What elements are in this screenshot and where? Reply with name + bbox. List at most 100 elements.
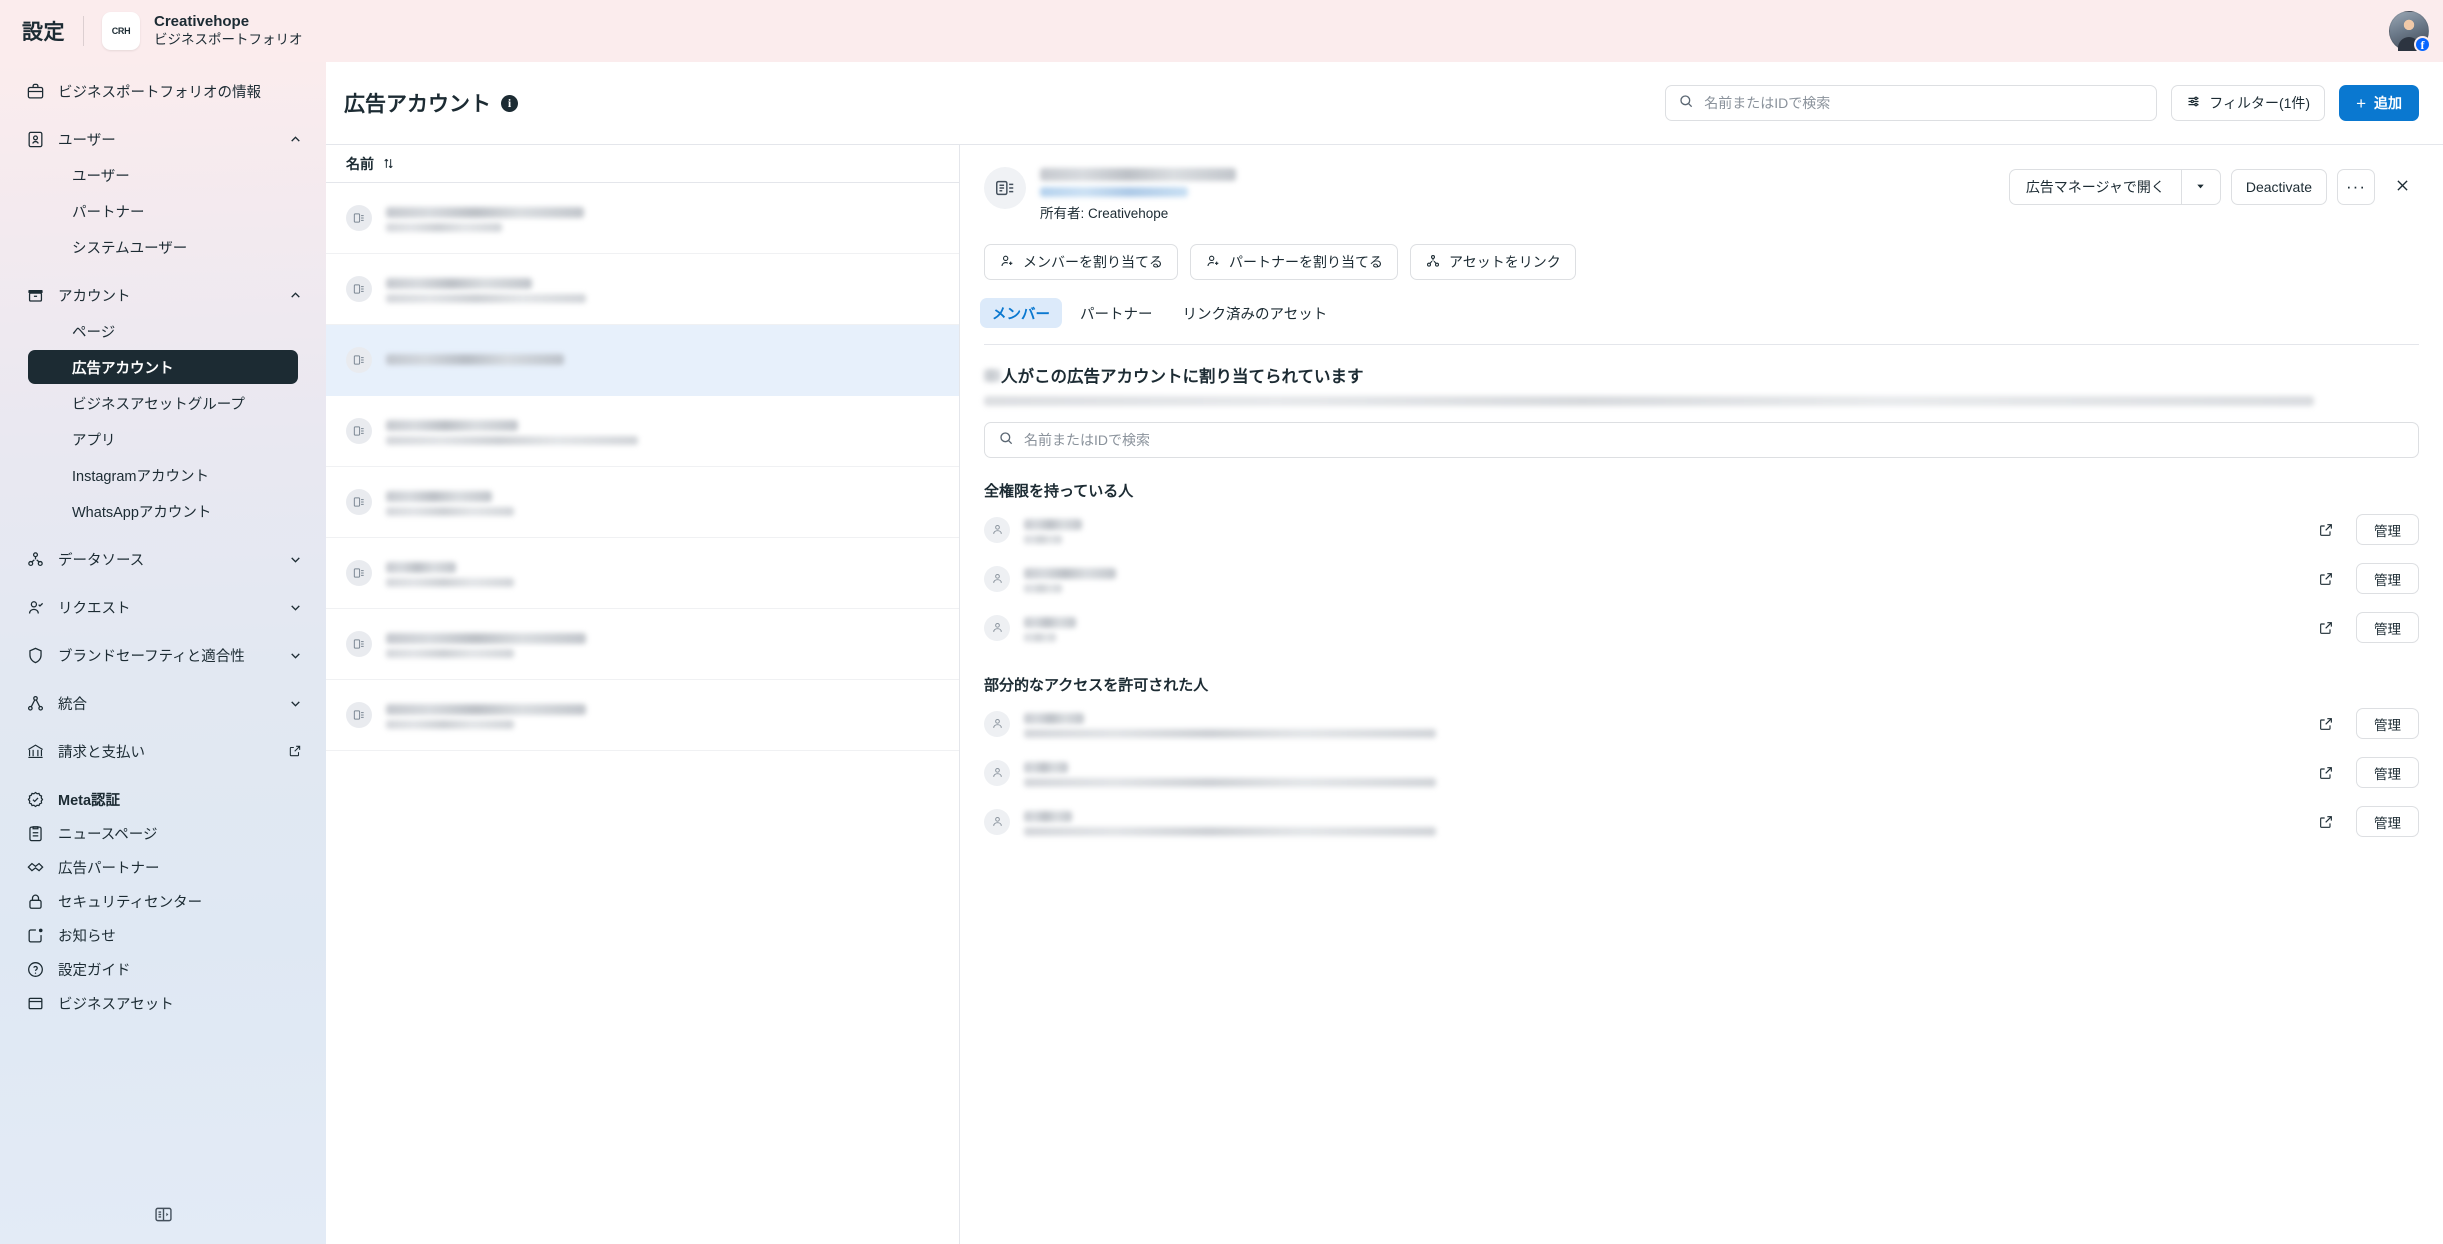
sidebar-group-label: アカウント — [58, 288, 131, 305]
sidebar-item-apps[interactable]: アプリ — [28, 422, 298, 456]
top-bar-right: f — [2389, 11, 2431, 53]
manage-button[interactable]: 管理 — [2356, 514, 2419, 545]
sidebar-item-whatsapp-accounts[interactable]: WhatsAppアカウント — [28, 494, 298, 528]
sidebar-group-accounts[interactable]: アカウント — [14, 278, 312, 312]
sidebar-item-notifications[interactable]: お知らせ — [14, 918, 312, 952]
external-link-icon[interactable] — [2318, 522, 2334, 538]
account-search-box[interactable] — [1665, 85, 2158, 121]
member-search-input[interactable] — [1024, 432, 2405, 448]
sidebar-group-data-sources[interactable]: データソース — [14, 542, 312, 576]
notification-icon — [24, 924, 46, 946]
ad-account-icon — [346, 489, 372, 515]
external-link-icon[interactable] — [2318, 620, 2334, 636]
sidebar-item-setup-guide[interactable]: 設定ガイド — [14, 952, 312, 986]
search-icon — [1678, 93, 1694, 114]
account-item-text — [386, 351, 564, 370]
handshake-icon — [24, 856, 46, 878]
sidebar-item-label: 請求と支払い — [58, 744, 145, 761]
assigned-heading-text: 人がこの広告アカウントに割り当てられています — [1001, 368, 1364, 386]
chevron-up-icon — [289, 133, 302, 146]
sidebar-group-integrations[interactable]: 統合 — [14, 686, 312, 720]
link-asset-button[interactable]: アセットをリンク — [1410, 244, 1576, 280]
member-search-box[interactable] — [984, 422, 2419, 458]
account-search-input[interactable] — [1704, 95, 2145, 111]
sidebar-item-users[interactable]: ユーザー — [28, 158, 298, 192]
sidebar-group-users[interactable]: ユーザー — [14, 122, 312, 156]
person-icon — [984, 565, 1010, 592]
manage-button[interactable]: 管理 — [2356, 563, 2419, 594]
member-sections: 全権限を持っている人 管理 管理 管理 部分的なアクセスを許可された人 管理 管理 管理 — [984, 480, 2419, 846]
close-panel-button[interactable] — [2385, 170, 2419, 204]
sidebar-collapse-icon[interactable] — [145, 1198, 181, 1230]
member-actions: 管理 — [2318, 563, 2419, 594]
deactivate-button[interactable]: Deactivate — [2230, 169, 2327, 205]
brand-block: Creativehope ビジネスポートフォリオ — [154, 13, 303, 49]
verified-icon — [24, 788, 46, 810]
info-icon[interactable]: i — [501, 94, 518, 112]
sort-icon[interactable] — [382, 157, 395, 170]
account-list-item[interactable] — [326, 538, 959, 609]
sidebar-item-instagram-accounts[interactable]: Instagramアカウント — [28, 458, 298, 492]
sidebar-item-news-page[interactable]: ニュースページ — [14, 816, 312, 850]
account-list-item[interactable] — [326, 254, 959, 325]
sidebar-item-portfolio-info[interactable]: ビジネスポートフォリオの情報 — [14, 74, 312, 108]
person-icon — [984, 808, 1010, 835]
account-list-item[interactable] — [326, 609, 959, 680]
account-item-name-redacted — [386, 207, 584, 218]
open-ads-manager-button[interactable]: 広告マネージャで開く — [2008, 169, 2181, 205]
account-name-redacted — [1040, 168, 1236, 181]
sidebar-item-pages[interactable]: ページ — [28, 314, 298, 348]
member-section-title: 部分的なアクセスを許可された人 — [984, 677, 1209, 694]
sidebar-item-business-assets[interactable]: ビジネスアセット — [14, 986, 312, 1020]
sidebar-item-meta-verified[interactable]: Meta認証 — [14, 782, 312, 816]
account-list-header[interactable]: 名前 — [326, 145, 959, 183]
external-link-icon[interactable] — [2318, 716, 2334, 732]
open-ads-manager-dropdown[interactable] — [2180, 169, 2221, 205]
sidebar-item-ad-accounts[interactable]: 広告アカウント — [28, 350, 298, 384]
add-button[interactable]: + 追加 — [2339, 85, 2419, 121]
manage-button[interactable]: 管理 — [2356, 806, 2419, 837]
sidebar-item-security-center[interactable]: セキュリティセンター — [14, 884, 312, 918]
sidebar-item-partners[interactable]: パートナー — [28, 194, 298, 228]
member-actions: 管理 — [2318, 612, 2419, 643]
sidebar-item-billing[interactable]: 請求と支払い — [14, 734, 312, 768]
account-list-item[interactable] — [326, 467, 959, 538]
account-item-id-redacted — [386, 507, 514, 516]
sidebar-item-label: セキュリティセンター — [58, 894, 203, 911]
external-link-icon[interactable] — [2318, 814, 2334, 830]
sidebar-group-requests[interactable]: リクエスト — [14, 590, 312, 624]
account-list-item[interactable] — [326, 680, 959, 751]
tab-linked-assets[interactable]: リンク済みのアセット — [1171, 298, 1340, 328]
tab-partners[interactable]: パートナー — [1068, 298, 1165, 328]
assign-partner-label: パートナーを割り当てる — [1229, 254, 1383, 270]
top-bar: 設定 CRH Creativehope ビジネスポートフォリオ f — [0, 0, 2443, 62]
assign-member-button[interactable]: メンバーを割り当てる — [984, 244, 1178, 280]
account-list-item[interactable] — [326, 183, 959, 254]
sidebar-group-label: リクエスト — [58, 600, 131, 617]
sidebar-item-system-users[interactable]: システムユーザー — [28, 230, 298, 264]
nodes-icon — [24, 548, 46, 570]
filter-button[interactable]: フィルター(1件) — [2171, 85, 2326, 121]
external-link-icon[interactable] — [2318, 765, 2334, 781]
ad-account-icon — [346, 418, 372, 444]
sidebar-group-brand-safety[interactable]: ブランドセーフティと適合性 — [14, 638, 312, 672]
question-icon — [24, 958, 46, 980]
member-text — [1024, 516, 2304, 544]
more-options-button[interactable]: ··· — [2337, 169, 2375, 205]
account-list-item[interactable] — [326, 325, 959, 396]
manage-button[interactable]: 管理 — [2356, 708, 2419, 739]
chevron-down-icon — [2195, 179, 2206, 195]
manage-button[interactable]: 管理 — [2356, 612, 2419, 643]
avatar[interactable]: f — [2389, 11, 2431, 53]
tab-members[interactable]: メンバー — [980, 298, 1062, 328]
member-role-redacted — [1024, 777, 1436, 787]
external-link-icon[interactable] — [2318, 571, 2334, 587]
account-list-item[interactable] — [326, 396, 959, 467]
member-role-redacted — [1024, 826, 1436, 836]
assign-partner-button[interactable]: パートナーを割り当てる — [1190, 244, 1398, 280]
sidebar-item-business-asset-groups[interactable]: ビジネスアセットグループ — [28, 386, 298, 420]
detail-header: 所有者: Creativehope 広告マネージャで開く Deactivate … — [960, 145, 2443, 222]
sidebar-item-label: お知らせ — [58, 928, 116, 945]
manage-button[interactable]: 管理 — [2356, 757, 2419, 788]
sidebar-item-ad-partners[interactable]: 広告パートナー — [14, 850, 312, 884]
